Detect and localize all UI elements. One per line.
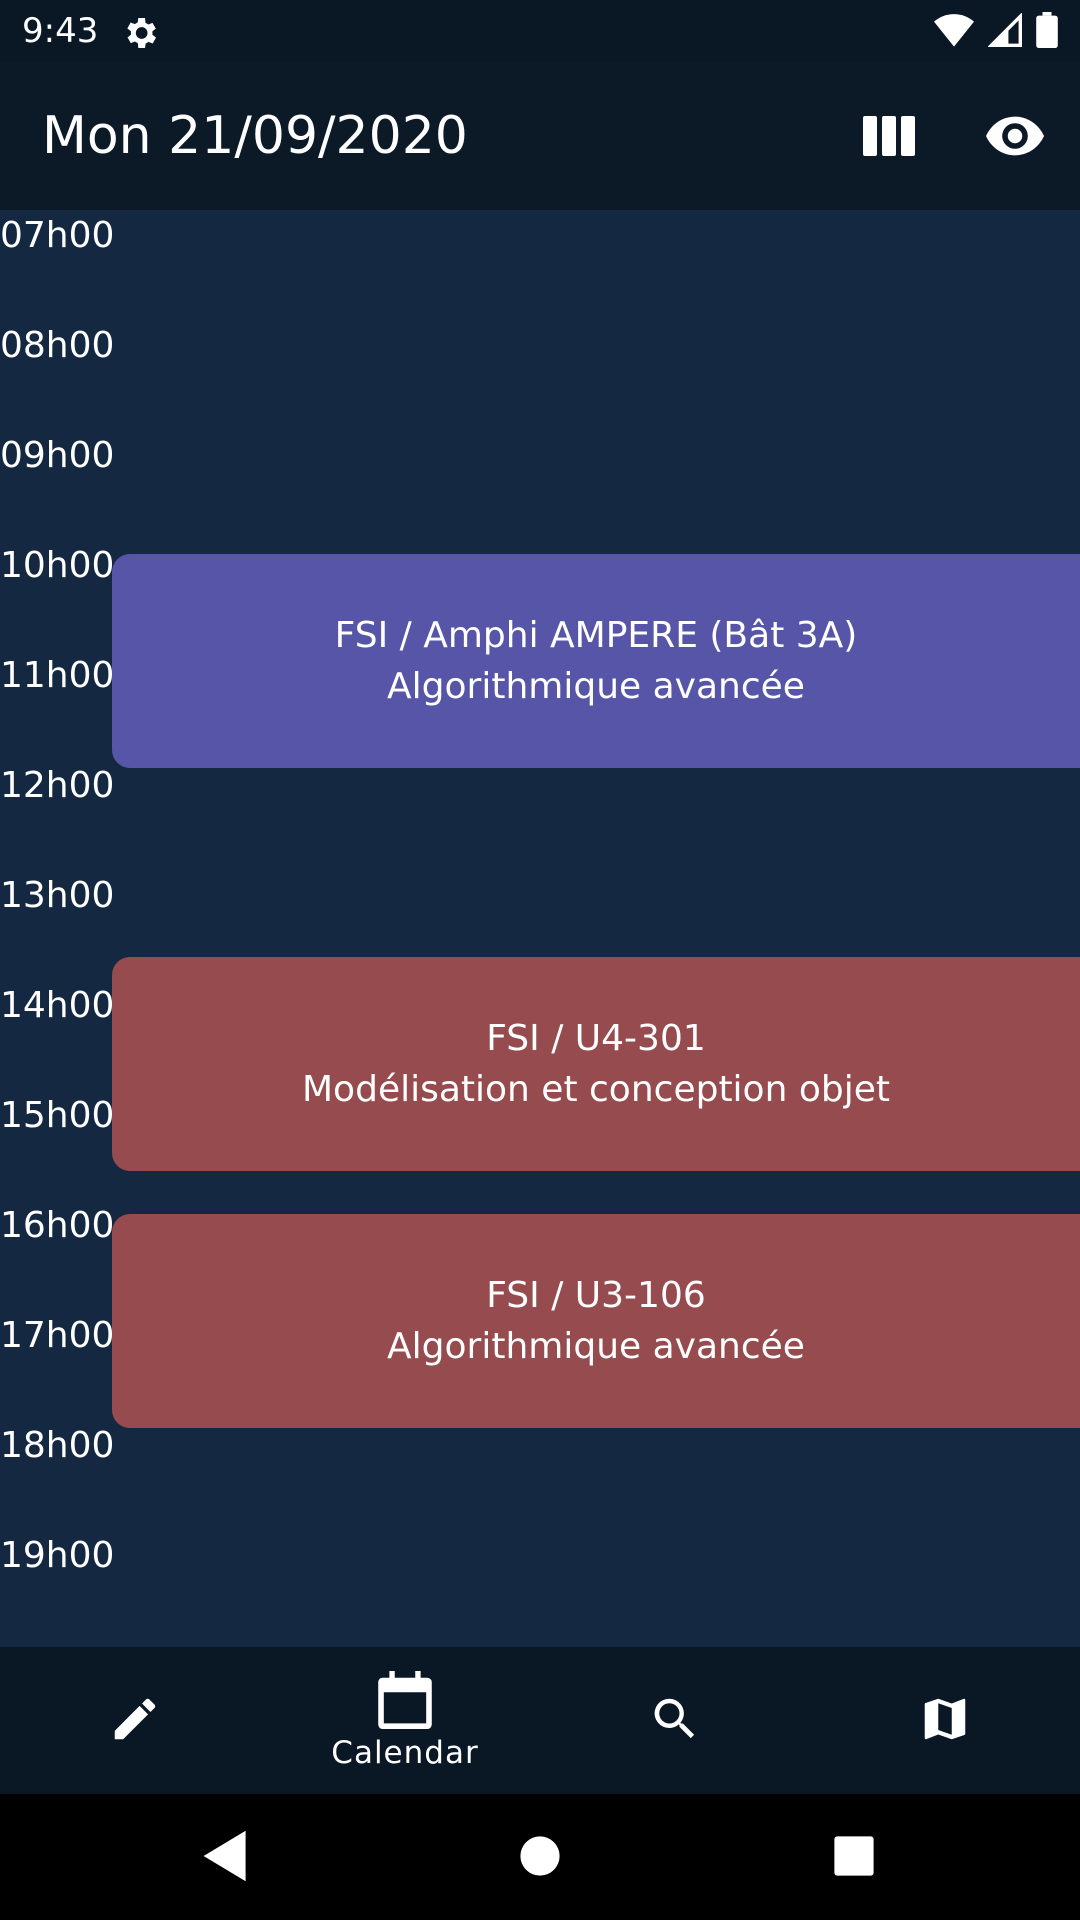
page-title: Mon 21/09/2020	[42, 106, 468, 166]
battery-icon	[1036, 12, 1058, 52]
event-location: FSI / U4-301	[486, 1018, 706, 1059]
app-bar: Mon 21/09/2020	[0, 63, 1080, 210]
wifi-icon	[934, 13, 974, 51]
system-navigation-bar	[0, 1794, 1080, 1920]
signal-icon	[987, 12, 1022, 51]
map-icon	[918, 1692, 972, 1750]
hour-label: 13h00	[0, 875, 115, 916]
event-location: FSI / Amphi AMPERE (Bât 3A)	[334, 615, 858, 656]
search-icon	[648, 1692, 702, 1750]
hour-label: 07h00	[0, 215, 115, 256]
gear-icon	[120, 13, 160, 53]
event-course: Modélisation et conception objet	[302, 1069, 890, 1110]
hour-label: 18h00	[0, 1425, 115, 1466]
nav-item-edit[interactable]	[0, 1647, 270, 1794]
nav-item-calendar[interactable]: Calendar	[270, 1647, 540, 1794]
pencil-icon	[108, 1692, 162, 1750]
hour-label: 16h00	[0, 1205, 115, 1246]
back-icon[interactable]	[198, 1828, 254, 1884]
status-time: 9:43	[22, 11, 99, 51]
hour-label: 15h00	[0, 1095, 115, 1136]
hour-label: 10h00	[0, 545, 115, 586]
event-card[interactable]: FSI / U3-106 Algorithmique avancée	[112, 1214, 1080, 1428]
hour-label: 11h00	[0, 655, 115, 696]
calendar-icon	[377, 1670, 433, 1733]
event-card[interactable]: FSI / Amphi AMPERE (Bât 3A) Algorithmiqu…	[112, 554, 1080, 768]
event-course: Algorithmique avancée	[387, 666, 805, 707]
view-columns-icon[interactable]	[860, 107, 918, 165]
status-bar: 9:43	[0, 0, 1080, 63]
home-icon[interactable]	[512, 1828, 568, 1884]
nav-item-map[interactable]	[810, 1647, 1080, 1794]
event-course: Algorithmique avancée	[387, 1326, 805, 1367]
hour-label: 08h00	[0, 325, 115, 366]
nav-label-calendar: Calendar	[331, 1734, 479, 1771]
hour-label: 17h00	[0, 1315, 115, 1356]
hour-label: 09h00	[0, 435, 115, 476]
event-location: FSI / U3-106	[486, 1275, 706, 1316]
nav-item-search[interactable]	[540, 1647, 810, 1794]
day-timeline[interactable]: 07h00 08h00 09h00 10h00 11h00 12h00 13h0…	[0, 210, 1080, 1647]
hour-label: 19h00	[0, 1535, 115, 1576]
bottom-navigation: Calendar	[0, 1647, 1080, 1794]
hour-label: 14h00	[0, 985, 115, 1026]
eye-icon[interactable]	[986, 107, 1044, 165]
hour-label: 12h00	[0, 765, 115, 806]
recents-icon[interactable]	[826, 1828, 882, 1884]
event-card[interactable]: FSI / U4-301 Modélisation et conception …	[112, 957, 1080, 1171]
